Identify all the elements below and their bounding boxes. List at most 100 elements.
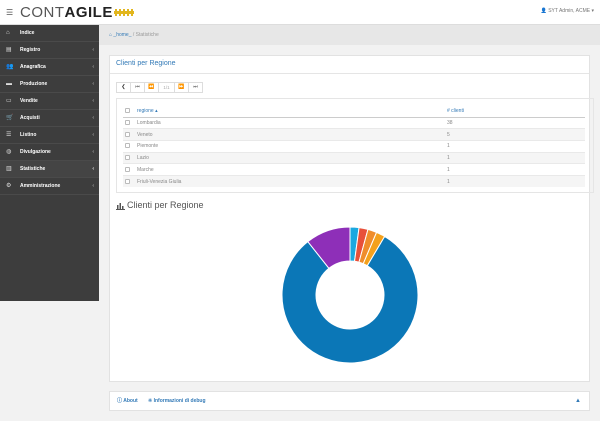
cart-icon: 🛒	[6, 115, 14, 121]
sidebar-item-registro[interactable]: ▤ Registro ‹	[0, 42, 99, 59]
user-name: SYT Admin, ACME	[548, 8, 591, 14]
cell-clienti: 1	[447, 174, 585, 188]
cell-clienti: 1	[447, 139, 585, 153]
about-link[interactable]: ⓘ About	[117, 392, 138, 410]
truck-icon: ▬	[6, 81, 12, 87]
sidebar-item-statistiche[interactable]: ▥ Statistiche ‹	[0, 161, 99, 178]
sidebar-item-label: Anagrafica	[20, 64, 46, 70]
cell-regione: Marche	[137, 163, 447, 176]
sidebar-item-label: Statistiche	[20, 166, 46, 172]
chevron-left-icon: ‹	[92, 64, 94, 70]
chart-title-text: Clienti per Regione	[127, 200, 204, 210]
cell-regione: Lombardia	[137, 116, 447, 129]
sidebar-item-acquisti[interactable]: 🛒 Acquisti ‹	[0, 110, 99, 127]
user-icon: 👤	[540, 8, 547, 14]
chevron-left-icon: ‹	[92, 149, 94, 155]
chevron-left-icon: ‹	[92, 47, 94, 53]
row-checkbox[interactable]	[125, 155, 130, 161]
chevron-left-icon: ‹	[92, 183, 94, 189]
donut-chart	[281, 226, 419, 364]
cell-regione: Friuli-Venezia Giulia	[137, 174, 447, 188]
last-page-button[interactable]: ⏭	[188, 82, 203, 93]
table-row[interactable]: Lombardia 38	[123, 116, 585, 129]
table-header-row: regione ▴ # clienti	[123, 106, 585, 118]
logo-mark-icon	[114, 9, 134, 16]
sidebar-item-label: Vendite	[20, 98, 38, 104]
sidebar-item-anagrafica[interactable]: 👥 Anagrafica ‹	[0, 59, 99, 76]
table-container: regione ▴ # clienti Lombardia 38 Veneto 5 Pi…	[116, 98, 594, 193]
table-row[interactable]: Piemonte 1	[123, 139, 585, 153]
footer: ⓘ About ❋ Informazioni di debug ▲	[109, 391, 590, 411]
chevron-left-icon: ‹	[92, 115, 94, 121]
app-logo[interactable]: CONTAGILE	[20, 4, 113, 21]
row-checkbox[interactable]	[125, 120, 130, 126]
money-icon: ▭	[6, 98, 12, 104]
sidebar-item-indice[interactable]: ⌂ Indice	[0, 25, 99, 42]
page-info: 1/1	[158, 82, 175, 93]
cell-regione: Lazio	[137, 151, 447, 164]
menu-toggle-icon[interactable]: ☰	[6, 8, 13, 17]
bar-chart-icon: ▥	[6, 166, 12, 172]
debug-info-link[interactable]: ❋ Informazioni di debug	[148, 392, 206, 410]
user-menu[interactable]: 👤 SYT Admin, ACME ▾	[541, 8, 594, 14]
gear-icon: ⚙	[6, 183, 12, 189]
breadcrumb-current: Statistiche	[135, 32, 159, 38]
cell-regione: Veneto	[137, 128, 447, 141]
sidebar-item-divulgazione[interactable]: ◍ Divulgazione ‹	[0, 144, 99, 161]
row-checkbox[interactable]	[125, 178, 130, 184]
next-page-button[interactable]: ⏩	[174, 82, 189, 93]
sidebar-item-amministrazione[interactable]: ⚙ Amministrazione ‹	[0, 178, 99, 195]
top-header: ☰ CONTAGILE 👤 SYT Admin, ACME ▾	[0, 0, 600, 25]
chevron-left-icon: ‹	[92, 132, 94, 138]
table-row[interactable]: Marche 1	[123, 163, 585, 176]
prev-page-button[interactable]: ⏪	[144, 82, 159, 93]
main-panel: Clienti per Regione ❮ ⏮ ⏪ 1/1 ⏩ ⏭ region…	[109, 55, 594, 382]
home-icon: ⌂	[6, 30, 10, 36]
breadcrumb-home[interactable]: _home_	[113, 32, 131, 38]
pager: ❮ ⏮ ⏪ 1/1 ⏩ ⏭	[116, 82, 203, 93]
first-page-button[interactable]: ⏮	[130, 82, 145, 93]
chevron-left-icon: ‹	[92, 98, 94, 104]
users-icon: 👥	[6, 64, 14, 70]
row-checkbox[interactable]	[125, 166, 130, 172]
sidebar-item-label: Produzione	[20, 81, 48, 87]
row-checkbox[interactable]	[125, 131, 130, 137]
chevron-down-icon: ▾	[591, 8, 594, 14]
bug-icon: ❋	[148, 398, 153, 404]
chevron-left-icon: ‹	[92, 81, 94, 87]
scroll-top-icon[interactable]: ▲	[575, 392, 581, 410]
divider	[110, 73, 589, 74]
chart-title: Clienti per Regione	[116, 200, 204, 210]
bar-chart-icon	[116, 202, 125, 210]
chevron-left-icon: ‹	[92, 166, 94, 172]
back-button[interactable]: ❮	[116, 82, 131, 93]
chart-area	[110, 212, 591, 382]
sidebar-item-vendite[interactable]: ▭ Vendite ‹	[0, 93, 99, 110]
sidebar-item-label: Amministrazione	[20, 183, 61, 189]
breadcrumb-separator: /	[132, 32, 135, 38]
cell-clienti: 1	[447, 151, 585, 164]
panel-title: Clienti per Regione	[116, 60, 176, 67]
sidebar-item-produzione[interactable]: ▬ Produzione ‹	[0, 76, 99, 93]
breadcrumb: ⌂ _home_ / Statistiche	[99, 25, 600, 45]
table-row[interactable]: Friuli-Venezia Giulia 1	[123, 174, 585, 188]
sidebar-item-label: Indice	[20, 30, 35, 36]
sidebar-item-label: Divulgazione	[20, 149, 51, 155]
sidebar-item-label: Acquisti	[20, 115, 40, 121]
column-header-clienti[interactable]: # clienti	[447, 106, 585, 118]
home-icon[interactable]: ⌂	[109, 32, 112, 38]
table-row[interactable]: Lazio 1	[123, 151, 585, 164]
globe-icon: ◍	[6, 149, 12, 155]
column-header-regione[interactable]: regione ▴	[137, 106, 447, 118]
row-checkbox[interactable]	[125, 143, 130, 149]
info-icon: ⓘ	[117, 398, 123, 404]
sidebar: ⌂ Indice ▤ Registro ‹ 👥 Anagrafica ‹ ▬ Produzione…	[0, 25, 99, 301]
sidebar-item-listino[interactable]: ☰ Listino ‹	[0, 127, 99, 144]
clients-table: regione ▴ # clienti Lombardia 38 Veneto 5 Pi…	[123, 106, 585, 188]
table-row[interactable]: Veneto 5	[123, 128, 585, 141]
cell-clienti: 5	[447, 128, 585, 141]
cell-clienti: 1	[447, 163, 585, 176]
list-icon: ☰	[6, 132, 12, 138]
sidebar-item-label: Listino	[20, 132, 37, 138]
select-all-checkbox[interactable]	[125, 108, 130, 114]
